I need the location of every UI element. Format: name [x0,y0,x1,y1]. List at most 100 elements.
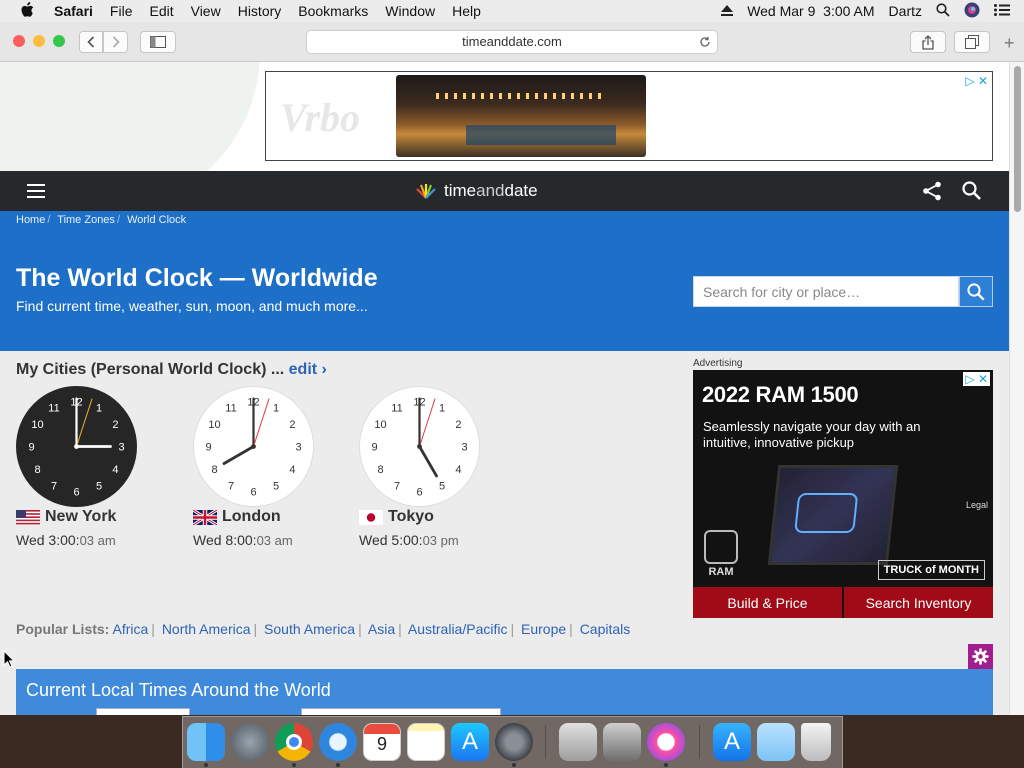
menu-clock[interactable]: Wed Mar 9 3:00 AM [747,3,874,19]
clock-number: 1 [96,403,102,415]
new-tab-button[interactable]: + [1004,33,1015,54]
clock-number: 2 [289,419,295,431]
chrome-icon[interactable] [275,723,313,761]
hamburger-menu-icon[interactable] [27,184,45,198]
menu-user[interactable]: Dartz [889,3,922,19]
minimize-window-button[interactable] [33,35,45,47]
popular-link-south-america[interactable]: South America [264,621,355,637]
share-icon[interactable] [922,181,942,206]
top-ad-area: Vrbo ▷ ✕ [0,62,1009,212]
sidebar-toggle-button[interactable] [140,31,176,53]
city-new-york[interactable]: New York [16,508,116,526]
scrollbar-thumb[interactable] [1014,66,1021,212]
breadcrumb-world-clock[interactable]: World Clock [127,214,186,226]
notification-center-icon[interactable] [994,3,1010,19]
site-logo[interactable]: time and date [414,181,538,201]
logo-text-and: and [476,181,505,200]
popular-link-north-america[interactable]: North America [162,621,251,637]
running-indicator [292,763,296,767]
truck-of-month-badge: TRUCK of MONTH [877,560,985,580]
clock-number: 11 [48,403,59,415]
address-bar[interactable]: timeanddate.com [306,30,718,54]
menu-file[interactable]: File [110,3,133,19]
menu-history[interactable]: History [238,3,282,19]
time-main: Wed 3:00: [16,532,80,548]
city-tokyo[interactable]: Tokyo [359,508,434,526]
network-utility-icon[interactable] [559,723,597,761]
notes-icon[interactable] [407,723,445,761]
menu-bookmarks[interactable]: Bookmarks [298,3,368,19]
close-window-button[interactable] [13,35,25,47]
clock-london[interactable]: 123456789101112 [193,386,314,507]
clock-new-york[interactable]: 123456789101112 [16,386,137,507]
city-london[interactable]: London [193,508,281,526]
popular-link-europe[interactable]: Europe [521,621,566,637]
screenshot-icon[interactable] [603,723,641,761]
adchoices-icon[interactable]: ▷ ✕ [963,372,990,386]
ad-dashboard-image [767,465,899,565]
settings-gear-button[interactable] [968,644,993,669]
clock-number: 2 [455,419,461,431]
search-inventory-button[interactable]: Search Inventory [844,587,993,618]
breadcrumb-time-zones[interactable]: Time Zones [57,214,115,226]
ad-photo-deck [466,125,616,145]
local-times-section: Current Local Times Around the World [16,669,993,715]
menu-edit[interactable]: Edit [149,3,173,19]
popular-link-africa[interactable]: Africa [112,621,148,637]
url-text: timeanddate.com [462,34,562,49]
forward-button[interactable] [103,31,128,53]
menu-window[interactable]: Window [385,3,435,19]
menu-app-name[interactable]: Safari [54,3,93,19]
header-search-icon[interactable] [962,181,981,205]
mouse-cursor-icon [3,649,16,673]
clock-number: 2 [112,419,118,431]
city-time-new-york: Wed 3:00:03 am [16,532,116,548]
share-button[interactable] [910,31,946,53]
clock-number: 6 [73,487,79,499]
city-time-tokyo: Wed 5:00:03 pm [359,532,459,548]
build-price-button[interactable]: Build & Price [693,587,844,618]
downloads-folder-icon[interactable] [757,723,795,761]
adchoices-icon[interactable]: ▷ ✕ [965,74,988,88]
ad-legal[interactable]: Legal [966,500,988,510]
finder-icon[interactable] [187,723,225,761]
itunes-icon[interactable] [647,723,685,761]
app-store-icon[interactable]: A [451,723,489,761]
top-banner-ad[interactable]: Vrbo ▷ ✕ [265,71,993,161]
popular-link-australia-pacific[interactable]: Australia/Pacific [408,621,508,637]
siri-icon[interactable] [964,2,980,21]
popular-link-asia[interactable]: Asia [368,621,395,637]
popular-link-capitals[interactable]: Capitals [580,621,631,637]
tab-overview-button[interactable] [954,31,990,53]
back-button[interactable] [79,31,103,53]
spotlight-icon[interactable] [936,2,950,20]
edit-cities-link[interactable]: edit › [289,361,327,378]
breadcrumb-home[interactable]: Home [16,214,45,226]
advertising-label: Advertising [693,358,743,369]
apple-menu-icon[interactable] [20,1,38,21]
time-main: Wed 8:00: [193,532,257,548]
clock-tokyo[interactable]: 123456789101112 [359,386,480,507]
ad-photo-lights [436,93,606,99]
city-search-button[interactable] [959,276,993,307]
side-ad-ram[interactable]: 2022 RAM 1500 Seamlessly navigate your d… [693,370,993,618]
logo-text-date: date [504,181,538,200]
zoom-window-button[interactable] [53,35,65,47]
menu-help[interactable]: Help [452,3,481,19]
hero-banner: Home / Time Zones / World Clock The World … [0,211,1009,351]
trash-icon[interactable] [801,723,831,761]
calendar-icon[interactable]: 9 [363,723,401,761]
launchpad-icon[interactable] [231,723,269,761]
eject-icon[interactable] [721,3,734,19]
safari-icon[interactable] [319,723,357,761]
clock-number: 8 [377,464,383,476]
ad-text: Seamlessly navigate your day with an int… [703,419,921,450]
app-store-folder-icon[interactable]: A [713,723,751,761]
region-select[interactable] [301,708,501,715]
city-search-input[interactable]: Search for city or place… [693,276,959,307]
page-scrollbar[interactable] [1009,62,1024,715]
menu-view[interactable]: View [191,3,221,19]
system-preferences-icon[interactable] [495,723,533,761]
sort-select[interactable] [96,708,190,715]
reload-icon[interactable] [699,31,711,55]
